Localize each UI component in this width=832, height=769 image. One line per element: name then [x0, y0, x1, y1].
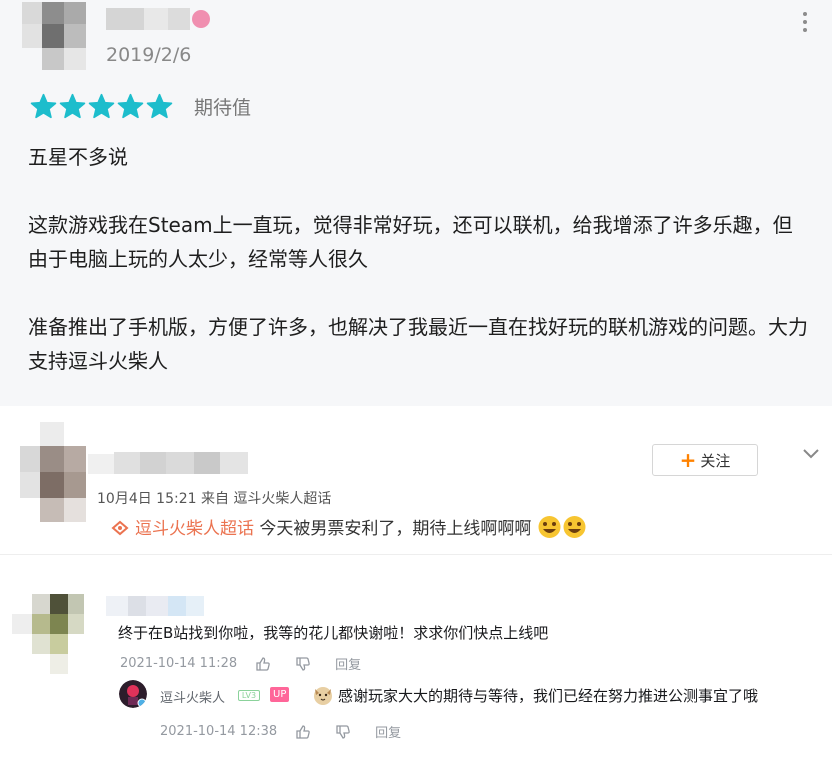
weibo-avatar[interactable] — [20, 422, 86, 522]
review-date: 2019/2/6 — [106, 44, 192, 66]
follow-label: 关注 — [700, 451, 731, 470]
dislike-button[interactable] — [295, 656, 311, 672]
review-paragraph: 五星不多说 — [28, 145, 128, 169]
review-card: 2019/2/6 期待值 五星不多说 这款游戏我在Steam上一直玩，觉得非常好… — [0, 0, 832, 406]
weibo-time[interactable]: 10月4日 15:21 — [97, 491, 197, 507]
star-icon — [88, 93, 115, 119]
reviewer-avatar[interactable] — [22, 2, 92, 70]
thumb-down-icon — [336, 724, 350, 739]
reviewer-name[interactable] — [106, 8, 210, 30]
super-topic-icon — [111, 520, 129, 536]
weibo-text: 今天被男票安利了，期待上线啊啊啊 — [254, 519, 532, 539]
like-button[interactable] — [255, 656, 271, 672]
star-icon — [146, 93, 173, 119]
commenter-username[interactable] — [106, 596, 218, 616]
reply-time: 2021-10-14 12:38 — [160, 724, 278, 739]
comment-text: 终于在B站找到你啦，我等的花儿都快谢啦！求求你们快点上线吧 — [118, 624, 549, 642]
reply-username[interactable]: 逗斗火柴人 — [160, 687, 225, 706]
rating-label: 期待值 — [194, 97, 252, 119]
review-body: 五星不多说 这款游戏我在Steam上一直玩，觉得非常好玩，还可以联机，给我增添了… — [28, 140, 808, 412]
reply-text: 感谢玩家大大的期待与等待，我们已经在努力推进公测事宜了哦 — [338, 687, 759, 705]
laughing-emoji-icon — [563, 516, 586, 538]
comment-meta: 2021-10-14 11:28 回复 — [120, 654, 361, 673]
chevron-down-icon[interactable] — [802, 448, 820, 460]
topic-link[interactable]: 逗斗火柴人超话 — [135, 519, 254, 539]
weibo-meta: 10月4日 15:21 来自 逗斗火柴人超话 — [97, 488, 331, 508]
reply-avatar[interactable] — [119, 680, 147, 708]
thumb-up-icon — [256, 656, 270, 671]
more-options-icon[interactable] — [800, 10, 810, 34]
reply-meta: 2021-10-14 12:38 回复 — [160, 722, 401, 741]
bilibili-comment-section: 终于在B站找到你啦，我等的花儿都快谢啦！求求你们快点上线吧 2021-10-14… — [0, 556, 832, 769]
dog-emoji-icon — [314, 687, 332, 705]
thumb-down-icon — [296, 656, 310, 671]
up-badge: UP — [270, 687, 290, 702]
level-badge: LV3 — [238, 690, 260, 701]
follow-button[interactable]: + 关注 — [652, 444, 758, 476]
weibo-from-label: 来自 — [200, 491, 229, 507]
reply-button[interactable]: 回复 — [335, 654, 361, 673]
star-icon — [30, 93, 57, 119]
dislike-button[interactable] — [335, 724, 351, 740]
weibo-post: + 关注 10月4日 15:21 来自 逗斗火柴人超话 逗斗火柴人超话 今天被男… — [0, 406, 832, 554]
thumb-up-icon — [296, 724, 310, 739]
comment-time: 2021-10-14 11:28 — [120, 656, 238, 671]
rating-stars — [30, 93, 173, 120]
like-button[interactable] — [295, 724, 311, 740]
reply-button[interactable]: 回复 — [375, 722, 401, 741]
review-paragraph: 准备推出了手机版，方便了许多，也解决了我最近一直在找好玩的联机游戏的问题。大力支… — [28, 315, 808, 373]
commenter-avatar[interactable] — [12, 594, 90, 674]
weibo-source-link[interactable]: 逗斗火柴人超话 — [233, 491, 331, 507]
review-paragraph: 这款游戏我在Steam上一直玩，觉得非常好玩，还可以联机，给我增添了许多乐趣，但… — [28, 213, 793, 271]
weibo-username[interactable] — [88, 452, 248, 476]
laughing-emoji-icon — [538, 516, 561, 538]
star-icon — [117, 93, 144, 119]
star-icon — [59, 93, 86, 119]
weibo-content: 逗斗火柴人超话 今天被男票安利了，期待上线啊啊啊 — [135, 514, 587, 539]
section-divider — [0, 554, 832, 555]
follow-plus-icon: + — [679, 448, 697, 472]
